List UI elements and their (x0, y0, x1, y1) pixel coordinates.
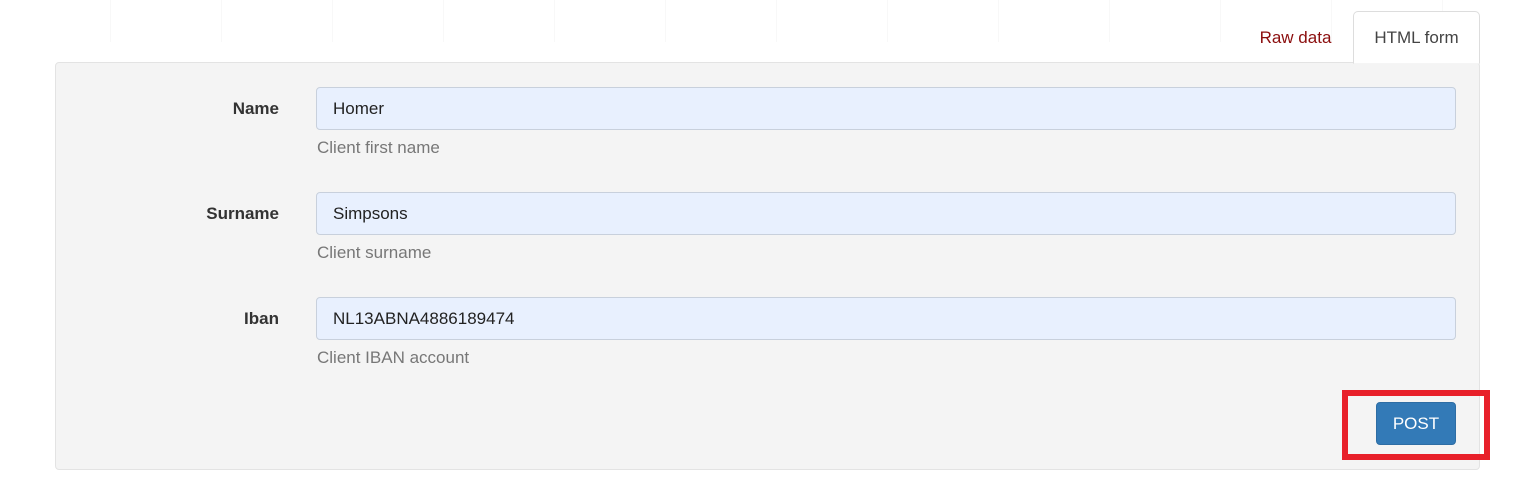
tab-html-form[interactable]: HTML form (1353, 11, 1480, 64)
name-label: Name (232, 99, 279, 118)
iban-input[interactable]: NL13ABNA4886189474 (316, 297, 1456, 340)
surname-input[interactable]: Simpsons (316, 192, 1456, 235)
html-form-panel: Name Homer Client first name Surname Sim… (55, 62, 1480, 470)
post-button[interactable]: POST (1376, 402, 1456, 445)
surname-label: Surname (206, 204, 279, 223)
iban-label: Iban (244, 309, 279, 328)
tab-bar: Raw data HTML form (0, 11, 1539, 64)
iban-help-text: Client IBAN account (317, 348, 470, 367)
name-input[interactable]: Homer (316, 87, 1456, 130)
surname-help-text: Client surname (317, 243, 432, 262)
name-help-text: Client first name (317, 138, 440, 157)
tab-raw-data[interactable]: Raw data (1238, 11, 1353, 64)
